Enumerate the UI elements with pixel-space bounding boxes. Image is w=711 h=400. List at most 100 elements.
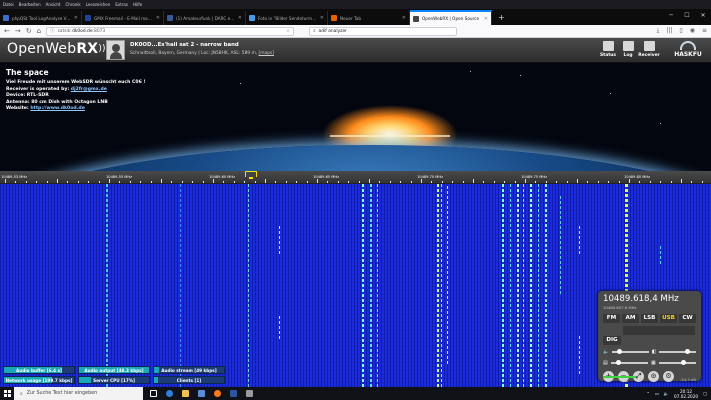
maximize-icon[interactable]: ☐ [679,9,695,25]
sql-slider[interactable] [610,359,648,365]
mode-fm-button[interactable]: FM [603,314,620,323]
menu-file[interactable]: Datei [3,2,14,7]
scale-tick [358,181,360,183]
close-tab-icon[interactable]: ✕ [320,15,324,21]
menu-view[interactable]: Ansicht [46,2,61,7]
edge-icon[interactable] [166,390,173,397]
forward-icon[interactable]: → [15,25,21,38]
waterfall-signal-trace [370,184,372,387]
browser-tabbar: phpQSt Tool LogAnalyse Version 3✕ GMX Fr… [0,9,711,25]
menu-help[interactable]: Hilfe [133,2,142,7]
mode-cw-button[interactable]: CW [679,314,696,323]
word-icon[interactable] [230,390,237,397]
tab-darc[interactable]: (1) Amateurfunk | DARC e.V. ✕ [164,11,246,25]
firefox-icon[interactable] [214,390,221,397]
tab-new[interactable]: Neuer Tab ✕ [328,11,410,25]
info-icon[interactable]: ⓘ [50,28,54,34]
scale-tick [337,181,339,183]
store-icon[interactable] [198,390,205,397]
extension-icon[interactable]: ◉ [690,27,695,35]
sidebar-icon[interactable]: ▯ [679,27,682,35]
waterfall-signal-trace [530,184,532,387]
menu-edit[interactable]: Bearbeiten [19,2,41,7]
volume-icon[interactable]: 🔈 [664,391,669,397]
home-icon[interactable]: ⌂ [37,25,41,38]
file-explorer-icon[interactable] [182,390,189,397]
gain-row: ▤ ▦ [603,358,696,367]
menu-history[interactable]: Chronik [65,2,80,7]
tab-gmx[interactable]: GMX Freemail - E-Mail made in ✕ [82,11,164,25]
passband-marker[interactable] [245,171,257,179]
receiver-icon [643,41,655,51]
menu-tools[interactable]: Extras [115,2,128,7]
menu-bookmarks[interactable]: Lesezeichen [86,2,111,7]
mode-dig-button[interactable]: DIG [603,336,621,345]
operator-email-link[interactable]: dj2fr@gmx.de [71,87,107,92]
scale-tick [233,181,235,183]
new-tab-button[interactable]: + [492,11,511,25]
download-icon[interactable]: ⤓ [657,27,660,35]
search-bar[interactable]: ⌕ adif analyzer [309,26,458,36]
frequency-scale[interactable]: 10489.53 MHz 10489.55 MHz 10489.60 MHz 1… [0,171,711,184]
auto-adjust-icon[interactable]: ⚙ [663,371,674,382]
close-tab-icon[interactable]: ✕ [484,16,488,22]
task-view-icon[interactable] [150,390,157,397]
frequency-display[interactable]: 10489.618,4 MHz [603,294,696,305]
volume-row: 🔈 ◧ [603,347,696,356]
reload-icon[interactable]: ↻ [26,25,32,38]
taskbar-clock[interactable]: 20:12 07.02.2020 [674,389,698,399]
tray-chevron-icon[interactable]: ⌃ [646,391,650,396]
squelch-slider[interactable] [659,348,696,354]
digital-mode-select[interactable] [623,326,695,335]
scale-tick [441,181,443,183]
hamburger-menu-icon[interactable]: ≡ [702,27,707,35]
close-tab-icon[interactable]: ✕ [238,15,242,21]
tab-foto[interactable]: Foto in "Bilder Sendeturm Sch ✕ [246,11,328,25]
close-tab-icon[interactable]: ✕ [156,15,160,21]
waterfall-slider[interactable] [658,359,696,365]
receiver-button[interactable]: Receiver [638,41,660,58]
favicon-icon [85,15,91,21]
network-icon[interactable]: ▭ [655,391,659,396]
greeting-text: Viel Freude mit unserem WebSDR wünscht e… [6,80,146,85]
notifications-icon[interactable]: ▢ [703,391,707,396]
squelch-icon: ◧ [651,348,657,355]
website-link[interactable]: http://www.dk0od.de [30,106,84,111]
receiver-location: Schnaittsoll, Bayern, Germany | Loc: JN5… [130,51,274,56]
system-tray: ⌃ ▭ 🔈 20:12 07.02.2020 ▢ [646,389,711,399]
library-icon[interactable]: ||| [666,27,672,35]
bookmark-star-icon[interactable]: ☆ [286,29,290,34]
speaker-icon[interactable]: 🔈 [603,349,609,355]
close-tab-icon[interactable]: ✕ [74,15,78,21]
app-icon[interactable] [246,390,253,397]
volume-slider[interactable] [612,348,649,354]
favicon-icon [249,15,255,21]
mode-usb-button[interactable]: USB [660,314,677,323]
minimize-icon[interactable]: ─ [663,9,679,25]
url-bar[interactable]: ⓘ satsdr.dk0od.de:8073 ☆ [46,26,295,36]
close-tab-icon[interactable]: ✕ [402,15,406,21]
tab-openwebrx[interactable]: OpenWebRX | Open Source ✕ [410,10,492,25]
openwebrx-logo[interactable]: OpenWebRX)) [7,41,106,57]
back-icon[interactable]: ← [4,25,10,38]
maps-link[interactable]: [maps] [259,51,274,56]
waterfall-level-icon: ▦ [651,359,656,366]
search-input[interactable]: adif analyzer [319,29,347,34]
smeter-value: -54.3 dB [679,377,696,382]
scale-tick [192,181,194,183]
close-window-icon[interactable]: ✕ [695,9,711,25]
mode-lsb-button[interactable]: LSB [641,314,658,323]
scale-tick [639,181,641,183]
tab-loganalyse[interactable]: phpQSt Tool LogAnalyse Version 3✕ [0,11,82,25]
scale-tick [171,181,173,183]
windows-start-icon[interactable] [0,387,14,400]
description-heading: The space [6,68,49,77]
status-button[interactable]: Status [597,41,619,58]
windows-taskbar: ⌕ Zur Suche Text hier eingeben ⌃ ▭ 🔈 20:1… [0,387,711,400]
waterfall-signal-trace [517,184,519,387]
log-button[interactable]: Log [617,41,639,58]
taskbar-search-input[interactable]: ⌕ Zur Suche Text hier eingeben [14,387,143,400]
scale-tick [369,179,370,183]
mode-am-button[interactable]: AM [622,314,639,323]
zoom-center-icon[interactable]: ⊙ [648,371,659,382]
